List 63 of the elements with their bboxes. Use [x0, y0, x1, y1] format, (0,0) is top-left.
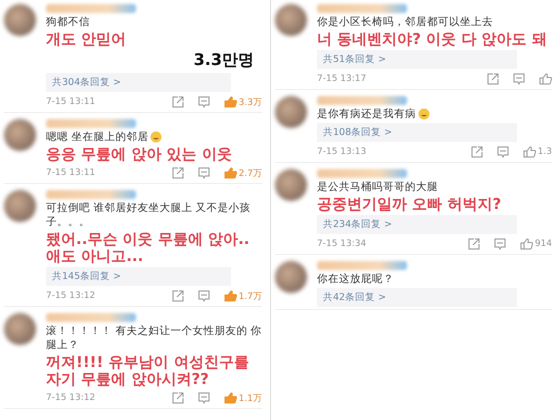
avatar[interactable] [275, 96, 307, 128]
translation-caption: 너 동네벤치야? 이웃 다 앉아도 돼 [317, 31, 548, 48]
comment-text: 可拉倒吧 谁邻居好友坐大腿上 又不是小孩子。。。 [46, 201, 252, 229]
like-count: 1.1万 [238, 392, 262, 404]
thumbs-up-icon[interactable] [520, 238, 533, 250]
comment-time: 7-15 13:13 [317, 147, 368, 157]
comment-icon[interactable] [198, 96, 210, 108]
comment-text: 滚！！！！！ 有夫之妇让一个女性朋友的 你腿上？ [46, 324, 262, 352]
comment-time: 7-15 13:11 [46, 168, 96, 178]
comment-time: 7-15 13:17 [317, 74, 368, 84]
avatar[interactable] [4, 313, 36, 345]
translation-caption: 응응 무릎에 앉아 있는 이웃 [46, 146, 233, 163]
share-icon[interactable] [172, 167, 184, 179]
like-count: 2.7万 [238, 168, 262, 180]
comment-time: 7-15 13:11 [46, 97, 96, 107]
avatar[interactable] [4, 4, 36, 36]
replies-link[interactable]: 共234条回复 > [317, 215, 517, 234]
comment-time: 7-15 13:12 [46, 393, 96, 403]
share-icon[interactable] [172, 290, 184, 302]
count-note: 3.3만명 [194, 50, 254, 71]
avatar[interactable] [275, 261, 307, 293]
translation-caption: 공중변기일까 오빠 허벅지? [317, 196, 502, 213]
translation-caption: 개도 안믿어 [46, 31, 128, 48]
comment-icon[interactable] [494, 238, 506, 250]
comment-icon[interactable] [496, 146, 509, 158]
avatar[interactable] [4, 190, 36, 222]
comment-text: 是你有病还是我有病 [317, 107, 416, 121]
thumbs-up-icon[interactable] [224, 167, 237, 179]
share-icon[interactable] [172, 96, 184, 108]
replies-link[interactable]: 共304条回复 > [46, 73, 231, 92]
like-count: 1.3 [538, 147, 552, 157]
thumbs-up-icon[interactable] [539, 73, 552, 85]
comment-icon[interactable] [198, 167, 210, 179]
comment-icon[interactable] [513, 73, 525, 85]
comment-time: 7-15 13:12 [46, 291, 96, 301]
comment-text: 你是小区长椅吗，邻居都可以坐上去 [317, 15, 493, 29]
share-icon[interactable] [468, 238, 480, 250]
avatar[interactable] [275, 169, 307, 201]
comment-text: 狗都不信 [46, 15, 90, 29]
thumbs-up-icon[interactable] [224, 290, 237, 302]
replies-link[interactable]: 共108条回复 > [317, 123, 517, 142]
like-count: 914 [534, 239, 552, 249]
avatar[interactable] [4, 119, 36, 151]
share-icon[interactable] [172, 392, 184, 404]
thumbs-up-icon[interactable] [224, 96, 237, 108]
comment-text: 是公共马桶吗哥哥的大腿 [317, 180, 438, 194]
avatar[interactable] [275, 4, 307, 36]
like-count: 3.3万 [238, 96, 262, 108]
share-icon[interactable] [470, 146, 483, 158]
thumbs-up-icon[interactable] [522, 146, 536, 158]
comment-text: 你在这放屁呢？ [317, 272, 394, 286]
translation-caption: 됐어..무슨 이웃 무릎에 앉아.. 애도 아니고... [46, 231, 250, 265]
translation-caption: 꺼져!!!! 유부남이 여성친구를 자기 무릎에 앉아시켜?? [46, 354, 250, 388]
comment-icon[interactable] [198, 392, 210, 404]
comment-icon[interactable] [198, 290, 210, 302]
comment-time: 7-15 13:34 [317, 239, 368, 249]
thumbs-up-icon[interactable] [224, 392, 237, 404]
replies-link[interactable]: 共51条回复 > [317, 50, 517, 69]
like-count: 1.7万 [238, 290, 262, 302]
comment-text: 嗯嗯 坐在腿上的邻居 [46, 130, 148, 144]
replies-link[interactable]: 共42条回复 > [317, 288, 517, 307]
share-icon[interactable] [487, 73, 499, 85]
replies-link[interactable]: 共145条回复 > [46, 267, 231, 286]
